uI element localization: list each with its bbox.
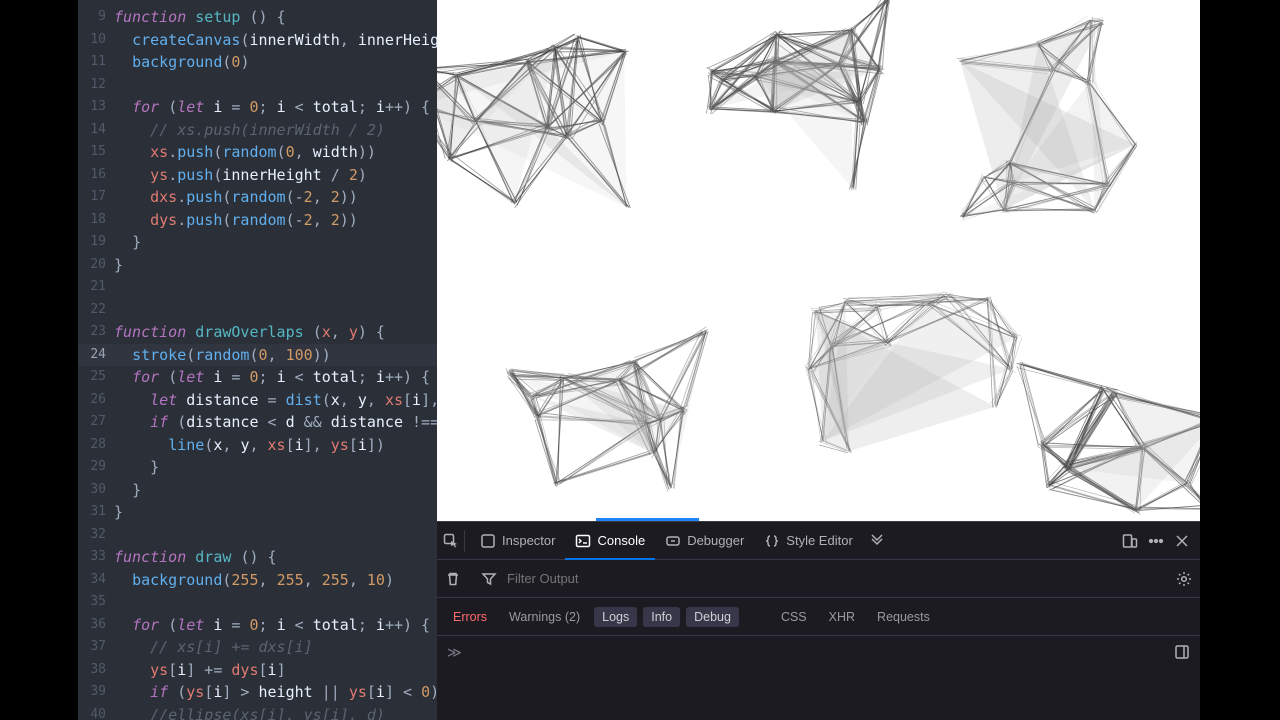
tabs-overflow-icon[interactable]: [869, 533, 885, 549]
cat-debug[interactable]: Debug: [686, 607, 739, 627]
trash-icon[interactable]: [445, 571, 461, 587]
tab-console-label: Console: [597, 533, 645, 548]
sketch-canvas: [437, 0, 1200, 521]
close-devtools-icon[interactable]: [1174, 533, 1190, 549]
filter-output-input[interactable]: [507, 571, 1166, 586]
debugger-icon: [665, 533, 681, 549]
tab-debugger[interactable]: Debugger: [655, 522, 754, 560]
split-console-icon[interactable]: [1174, 644, 1190, 660]
editor-gutter: 9101112131415161718192021222324252627282…: [78, 0, 108, 720]
responsive-mode-icon[interactable]: [1122, 533, 1138, 549]
tab-inspector-label: Inspector: [502, 533, 555, 548]
inspector-icon: [480, 533, 496, 549]
funnel-icon: [481, 571, 497, 587]
cat-requests[interactable]: Requests: [869, 607, 938, 627]
console-filter-bar: [437, 560, 1200, 598]
tab-console[interactable]: Console: [565, 522, 655, 560]
devtools-panel: Inspector Console Debugger Style Editor: [437, 521, 1200, 720]
tab-style-editor-label: Style Editor: [786, 533, 852, 548]
canvas-scroll-indicator: [596, 518, 699, 521]
cat-info[interactable]: Info: [643, 607, 680, 627]
kebab-menu-icon[interactable]: [1148, 533, 1164, 549]
tab-debugger-label: Debugger: [687, 533, 744, 548]
tab-inspector[interactable]: Inspector: [470, 522, 565, 560]
prompt-chevron-icon: ≫: [447, 644, 462, 661]
cat-errors[interactable]: Errors: [445, 607, 495, 627]
cat-warnings[interactable]: Warnings (2): [501, 607, 588, 627]
console-icon: [575, 533, 591, 549]
cat-xhr[interactable]: XHR: [821, 607, 863, 627]
pick-element-icon[interactable]: [443, 533, 459, 549]
window-right-letterbox: [1200, 0, 1280, 720]
style-editor-icon: [764, 533, 780, 549]
window-left-letterbox: [0, 0, 78, 720]
editor-code-area[interactable]: function setup () { createCanvas(innerWi…: [114, 6, 437, 720]
code-editor[interactable]: 9101112131415161718192021222324252627282…: [78, 0, 437, 720]
console-settings-icon[interactable]: [1176, 571, 1192, 587]
cat-css[interactable]: CSS: [773, 607, 815, 627]
cat-logs[interactable]: Logs: [594, 607, 637, 627]
console-categories: Errors Warnings (2) Logs Info Debug CSS …: [437, 598, 1200, 636]
console-prompt[interactable]: ≫: [437, 636, 1200, 720]
devtools-tabstrip: Inspector Console Debugger Style Editor: [437, 522, 1200, 560]
tab-style-editor[interactable]: Style Editor: [754, 522, 862, 560]
